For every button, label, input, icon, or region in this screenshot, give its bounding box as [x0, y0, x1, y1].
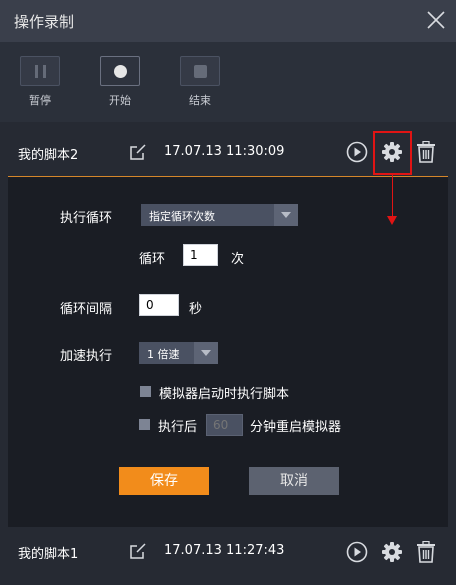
- play-icon: [346, 541, 368, 563]
- rename-button[interactable]: [129, 542, 147, 564]
- annotation-arrow: [392, 175, 393, 217]
- interval-input[interactable]: [139, 294, 179, 316]
- run-on-start-label: 模拟器启动时执行脚本: [159, 387, 290, 402]
- window-title: 操作录制: [14, 13, 75, 31]
- script-settings-panel: 执行循环 指定循环次数 循环 次 循环间隔 秒 加速执行 1 倍速 模拟器启动时…: [8, 177, 448, 527]
- interval-label: 循环间隔: [60, 302, 113, 317]
- speed-select[interactable]: 1 倍速: [139, 342, 218, 364]
- pause-label: 暂停: [29, 94, 51, 107]
- edit-icon: [130, 144, 146, 160]
- pause-icon: [20, 56, 60, 86]
- script-name: 我的脚本2: [18, 148, 79, 163]
- play-button[interactable]: [346, 541, 368, 567]
- start-button[interactable]: 开始: [99, 56, 141, 108]
- script-row[interactable]: 我的脚本2 17.07.13 11:30:09: [0, 128, 456, 178]
- trash-icon: [417, 540, 435, 563]
- run-on-start-checkbox[interactable]: [140, 386, 151, 397]
- restart-prefix: 执行后: [158, 420, 198, 435]
- chevron-down-icon: [194, 342, 218, 364]
- restart-checkbox[interactable]: [139, 419, 150, 430]
- loop-count-unit: 次: [231, 252, 245, 267]
- trash-icon: [417, 140, 435, 163]
- start-label: 开始: [109, 94, 131, 107]
- restart-suffix: 分钟重启模拟器: [250, 420, 342, 435]
- edit-icon: [130, 543, 146, 559]
- record-icon: [100, 56, 140, 86]
- restart-minutes-input: [206, 414, 243, 436]
- stop-button[interactable]: 结束: [179, 56, 221, 108]
- interval-unit: 秒: [189, 302, 203, 317]
- loop-count-label: 循环: [139, 252, 166, 267]
- delete-button[interactable]: [416, 140, 436, 167]
- play-button[interactable]: [346, 141, 368, 167]
- gear-icon: [382, 142, 402, 162]
- stop-label: 结束: [189, 94, 211, 107]
- loop-label: 执行循环: [60, 211, 113, 226]
- pause-button[interactable]: 暂停: [19, 56, 61, 108]
- record-toolbar: 暂停 开始 结束: [0, 42, 456, 122]
- settings-button[interactable]: [381, 141, 403, 167]
- play-icon: [346, 141, 368, 163]
- speed-value: 1 倍速: [147, 348, 180, 361]
- chevron-down-icon: [274, 204, 298, 226]
- title-bar: 操作录制: [0, 0, 456, 42]
- save-button[interactable]: 保存: [119, 467, 209, 495]
- close-icon: [427, 11, 445, 29]
- cancel-button[interactable]: 取消: [249, 467, 339, 495]
- delete-button[interactable]: [416, 540, 436, 567]
- script-name: 我的脚本1: [18, 547, 79, 562]
- loop-mode-select[interactable]: 指定循环次数: [141, 204, 298, 226]
- stop-icon: [180, 56, 220, 86]
- rename-button[interactable]: [129, 143, 147, 165]
- gear-icon: [382, 542, 402, 562]
- script-row[interactable]: 我的脚本1 17.07.13 11:27:43: [0, 527, 456, 577]
- script-timestamp: 17.07.13 11:27:43: [164, 543, 285, 558]
- speed-label: 加速执行: [60, 349, 113, 364]
- loop-mode-value: 指定循环次数: [149, 210, 215, 223]
- close-button[interactable]: [424, 8, 448, 32]
- settings-button[interactable]: [381, 541, 403, 567]
- script-timestamp: 17.07.13 11:30:09: [164, 144, 285, 159]
- arrow-head-icon: [387, 216, 397, 225]
- loop-count-input[interactable]: [183, 244, 218, 266]
